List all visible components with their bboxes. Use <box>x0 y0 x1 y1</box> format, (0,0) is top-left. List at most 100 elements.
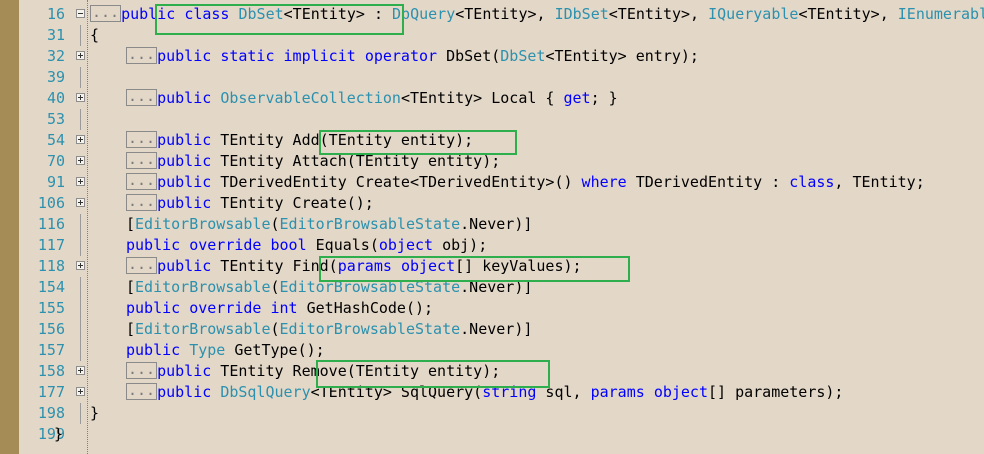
outline-guide-line <box>80 109 81 130</box>
collapsed-region-button[interactable]: ... <box>126 362 158 379</box>
code-line[interactable]: 155 public override int GetHashCode(); <box>19 298 984 319</box>
code-line[interactable]: 156 [EditorBrowsable(EditorBrowsableState… <box>19 319 984 340</box>
code-text: } <box>54 424 63 445</box>
line-number: 54 <box>46 131 65 149</box>
code-text: [EditorBrowsable(EditorBrowsableState.Ne… <box>126 319 532 340</box>
code-line[interactable]: 106... public TEntity Create(); <box>19 193 984 214</box>
line-number: 40 <box>46 89 65 107</box>
code-token: [] parameters); <box>708 383 844 401</box>
expand-outline-icon[interactable] <box>76 261 85 270</box>
line-number: 198 <box>37 404 65 422</box>
code-text: ... public ObservableCollection<TEntity> … <box>126 88 618 109</box>
expand-outline-icon[interactable] <box>76 51 85 60</box>
line-number: 32 <box>46 47 65 65</box>
code-line[interactable]: 158... public TEntity Remove(TEntity enti… <box>19 361 984 382</box>
code-text: ... public TEntity Attach(TEntity entity)… <box>126 151 500 172</box>
collapsed-region-button[interactable]: ... <box>126 47 158 64</box>
code-token: IDbSet <box>554 5 609 23</box>
code-token: static <box>220 47 275 65</box>
code-line[interactable]: 199} <box>19 424 984 445</box>
collapsed-region-button[interactable]: ... <box>126 131 158 148</box>
code-token: ( <box>270 215 280 233</box>
collapsed-region-button[interactable]: ... <box>126 152 158 169</box>
code-token: <TEntity>, <box>608 5 709 23</box>
code-token: <TEntity> Local { <box>400 89 564 107</box>
code-token: EditorBrowsableState <box>279 215 461 233</box>
code-token: <TEntity>, <box>455 5 555 23</box>
code-token: IEnumerable <box>897 5 984 23</box>
code-text: ... public TEntity Create(); <box>126 193 374 214</box>
code-line[interactable]: 32 ... public static implicit operator DbS… <box>19 46 984 67</box>
code-token: TEntity Attach(TEntity entity); <box>211 152 501 170</box>
expand-outline-icon[interactable] <box>76 135 85 144</box>
code-line[interactable]: 54... public TEntity Add(TEntity entity); <box>19 130 984 151</box>
code-token: EditorBrowsable <box>135 320 271 338</box>
code-line[interactable]: 154 [EditorBrowsable(EditorBrowsableState… <box>19 277 984 298</box>
collapsed-region-button[interactable]: ... <box>126 173 158 190</box>
code-text: ... public TDerivedEntity Create<TDerived… <box>126 172 925 193</box>
code-text: { <box>90 25 99 46</box>
collapsed-region-button[interactable]: ... <box>126 383 158 400</box>
code-line[interactable]: 198} <box>19 403 984 424</box>
code-token: { <box>90 26 100 44</box>
code-line[interactable]: 40 ... public ObservableCollection<TEntity… <box>19 88 984 109</box>
code-token: public <box>157 173 212 191</box>
code-line[interactable]: 118... public TEntity Find(params object[… <box>19 256 984 277</box>
code-token: get <box>563 89 591 107</box>
code-token: implicit <box>283 47 356 65</box>
code-line[interactable]: 117 public override bool Equals(object ob… <box>19 235 984 256</box>
code-editor[interactable]: 16... public class DbSet<TEntity> : DbQue… <box>19 0 984 454</box>
line-number: 158 <box>37 362 65 380</box>
expand-outline-icon[interactable] <box>76 387 85 396</box>
expand-outline-icon[interactable] <box>76 366 85 375</box>
collapsed-region-button[interactable]: ... <box>126 257 158 274</box>
line-number: 156 <box>37 320 65 338</box>
code-line[interactable]: 157 public Type GetType(); <box>19 340 984 361</box>
expand-outline-icon[interactable] <box>76 198 85 207</box>
code-text: ... public static implicit operator DbSet… <box>126 46 699 67</box>
line-number: 116 <box>37 215 65 233</box>
code-token: ; } <box>590 89 618 107</box>
code-token: [ <box>126 320 136 338</box>
line-number: 157 <box>37 341 65 359</box>
code-line[interactable]: 16... public class DbSet<TEntity> : DbQue… <box>19 4 984 25</box>
code-token: obj); <box>433 236 488 254</box>
code-token: } <box>90 404 100 422</box>
collapsed-region-button[interactable]: ... <box>126 194 158 211</box>
code-token: ( <box>270 278 280 296</box>
expand-outline-icon[interactable] <box>76 93 85 102</box>
code-token: , TEntity; <box>834 173 925 191</box>
code-token: GetType(); <box>225 341 325 359</box>
code-token: EditorBrowsable <box>135 215 271 233</box>
expand-outline-icon[interactable] <box>76 177 85 186</box>
code-token: DbSet( <box>437 47 501 65</box>
code-text: ... public TEntity Find(params object[] k… <box>126 256 582 277</box>
code-token: public <box>126 299 181 317</box>
code-line[interactable]: 177... public DbSqlQuery<TEntity> SqlQuer… <box>19 382 984 403</box>
code-token: <TEntity> entry); <box>545 47 699 65</box>
collapsed-region-button[interactable]: ... <box>90 5 122 22</box>
code-line[interactable]: 91... public TDerivedEntity Create<TDeriv… <box>19 172 984 193</box>
code-text: ... public DbSqlQuery<TEntity> SqlQuery(s… <box>126 382 843 403</box>
code-token: object <box>378 236 434 254</box>
code-line[interactable]: 70... public TEntity Attach(TEntity entit… <box>19 151 984 172</box>
code-line[interactable]: 116 [EditorBrowsable(EditorBrowsableState… <box>19 214 984 235</box>
code-token: .Never)] <box>460 320 533 338</box>
code-token: public <box>157 362 212 380</box>
code-line[interactable]: 53 <box>19 109 984 130</box>
code-token: public <box>157 152 212 170</box>
line-number: 154 <box>37 278 65 296</box>
expand-outline-icon[interactable] <box>76 156 85 165</box>
code-text: [EditorBrowsable(EditorBrowsableState.Ne… <box>126 277 532 298</box>
collapsed-region-button[interactable]: ... <box>126 89 158 106</box>
line-number: 39 <box>46 68 65 86</box>
code-text: } <box>90 403 99 424</box>
code-line[interactable]: 31 { <box>19 25 984 46</box>
code-token: DbSet <box>238 5 284 23</box>
code-token: public <box>157 257 212 275</box>
code-line[interactable]: 39 <box>19 67 984 88</box>
collapse-outline-icon[interactable] <box>76 9 85 18</box>
